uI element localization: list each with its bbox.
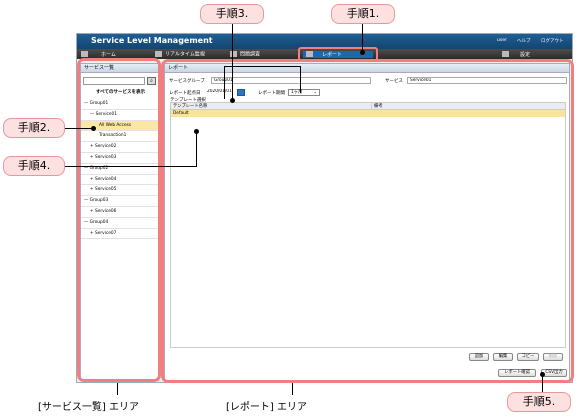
step5-callout: 手順5. xyxy=(507,392,571,412)
right-area-tick xyxy=(292,383,293,395)
step4-leader-h xyxy=(65,166,197,167)
nav-home[interactable]: ホーム xyxy=(81,51,141,58)
user-menu[interactable]: user xyxy=(497,38,507,43)
service-list-area-caption: [サービス一覧] エリア xyxy=(38,402,139,413)
left-area-tick xyxy=(117,383,118,395)
step3-leader-3 xyxy=(224,66,300,67)
nav-investigation[interactable]: 問題調査 xyxy=(230,51,296,58)
nav-realtime[interactable]: リアルタイム監視 xyxy=(155,51,221,58)
step2-leader xyxy=(65,128,93,129)
step1-dot xyxy=(360,50,365,55)
home-icon xyxy=(81,51,88,57)
step5-dot xyxy=(540,372,545,377)
settings-icon xyxy=(502,51,509,57)
service-list-highlight xyxy=(77,58,161,382)
logout-menu[interactable]: ログアウト xyxy=(541,38,564,44)
step2-dot xyxy=(91,126,96,131)
monitor-icon xyxy=(155,51,162,57)
step4-callout: 手順4. xyxy=(3,156,65,176)
step4-dot xyxy=(194,129,199,134)
report-area-highlight xyxy=(161,59,574,383)
figure: Service Level Management user ヘルプ ログアウト … xyxy=(0,0,579,417)
app-title: Service Level Management xyxy=(91,36,213,45)
step2-callout: 手順2. xyxy=(3,118,65,138)
step4-leader-v xyxy=(196,131,197,167)
report-area-caption: [レポート] エリア xyxy=(226,402,307,413)
step3-leader-2 xyxy=(224,66,225,99)
step3-callout: 手順3. xyxy=(200,4,264,24)
step1-leader xyxy=(362,24,363,52)
nav-settings[interactable]: 設定 xyxy=(502,51,562,58)
report-nav-highlight xyxy=(298,47,378,62)
help-menu[interactable]: ヘルプ xyxy=(517,38,531,44)
step3-leader-4 xyxy=(300,66,301,93)
step3-dot xyxy=(230,98,235,103)
step1-callout: 手順1. xyxy=(331,4,395,24)
step3-leader xyxy=(232,24,233,100)
